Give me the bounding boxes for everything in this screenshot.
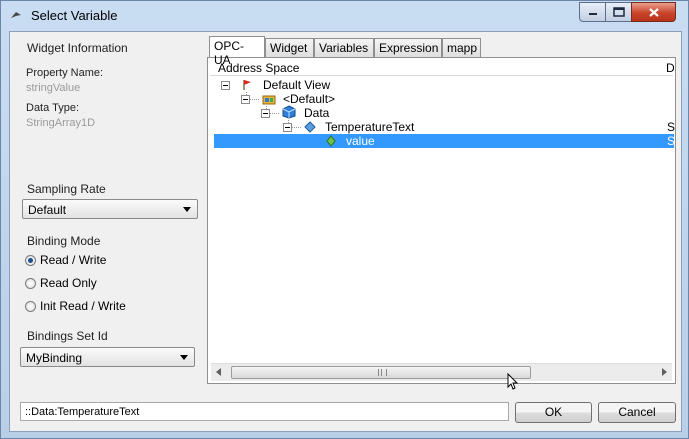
property-name-value: stringValue: [26, 82, 81, 94]
tree-node-temperaturetext-col2: S: [667, 120, 676, 134]
radio-read-only[interactable]: [25, 278, 36, 289]
bindings-set-value: MyBinding: [26, 351, 83, 365]
tree-node-value[interactable]: value: [346, 134, 375, 148]
mouse-cursor-icon: [507, 373, 519, 390]
collapse-toggle[interactable]: [261, 109, 270, 118]
folder-module-icon: [262, 95, 276, 105]
radio-read-only-label[interactable]: Read Only: [40, 276, 97, 290]
ok-button[interactable]: OK: [515, 402, 592, 423]
variable-leaf-icon: [326, 135, 336, 147]
tree-node-default[interactable]: <Default>: [283, 92, 335, 106]
minimize-icon: [588, 13, 597, 15]
scroll-left-icon[interactable]: [216, 368, 221, 376]
flag-icon: [243, 80, 251, 90]
collapse-toggle[interactable]: [241, 95, 250, 104]
tree-node-temperaturetext[interactable]: TemperatureText: [325, 120, 414, 134]
scrollbar-thumb[interactable]: [231, 366, 531, 379]
cube-icon: [282, 105, 296, 119]
chevron-down-icon: [180, 355, 188, 360]
title-bar[interactable]: Select Variable: [1, 1, 688, 31]
sampling-rate-heading: Sampling Rate: [27, 182, 106, 196]
tab-opc-ua[interactable]: OPC-UA: [209, 36, 265, 67]
tree-line: [291, 127, 301, 128]
tab-expression[interactable]: Expression: [374, 38, 442, 57]
tree-line: [269, 113, 279, 114]
close-button[interactable]: [631, 2, 676, 22]
radio-init-read-write[interactable]: [25, 301, 36, 312]
sampling-rate-value: Default: [28, 203, 67, 217]
tree-line: [249, 99, 259, 100]
bindings-set-select[interactable]: MyBinding: [20, 347, 195, 367]
collapse-toggle[interactable]: [283, 123, 292, 132]
collapse-toggle[interactable]: [221, 81, 230, 90]
data-type-label: Data Type:: [26, 102, 79, 114]
variable-path-field[interactable]: ::Data:TemperatureText: [20, 402, 509, 421]
tab-variables[interactable]: Variables: [314, 38, 374, 57]
opc-ua-tab-panel: [207, 57, 676, 384]
selected-row-highlight: [214, 134, 674, 148]
horizontal-scrollbar[interactable]: [211, 363, 672, 381]
close-icon: [648, 7, 659, 17]
data-type-value: StringArray1D: [26, 117, 96, 129]
app-icon: [11, 12, 21, 18]
diamond-variable-icon: [304, 121, 316, 133]
tree-node-data[interactable]: Data: [304, 106, 329, 120]
tab-widget[interactable]: Widget: [265, 38, 314, 57]
window-title: Select Variable: [31, 8, 118, 23]
column-header-d[interactable]: D: [666, 61, 675, 75]
property-name-label: Property Name:: [26, 67, 104, 79]
maximize-icon: [612, 7, 625, 17]
minimize-button[interactable]: [579, 2, 606, 22]
maximize-button[interactable]: [605, 2, 632, 22]
dialog-window: Select Variable Widget Information Prope…: [0, 0, 689, 439]
cancel-button[interactable]: Cancel: [598, 402, 676, 423]
radio-init-read-write-label[interactable]: Init Read / Write: [40, 299, 126, 313]
chevron-down-icon: [183, 207, 191, 212]
radio-read-write[interactable]: [25, 255, 36, 266]
scroll-right-icon[interactable]: [662, 368, 667, 376]
tab-mapp[interactable]: mapp: [442, 38, 481, 57]
tree-header: Address Space D: [210, 59, 675, 76]
tree-node-default-view[interactable]: Default View: [263, 78, 330, 92]
grip-icon: [378, 369, 387, 376]
binding-mode-heading: Binding Mode: [27, 234, 101, 248]
bindings-set-heading: Bindings Set Id: [27, 329, 108, 343]
radio-read-write-label[interactable]: Read / Write: [40, 253, 106, 267]
widget-information-heading: Widget Information: [27, 41, 128, 55]
sampling-rate-select[interactable]: Default: [22, 199, 198, 219]
tree-node-value-col2: S: [667, 134, 676, 148]
